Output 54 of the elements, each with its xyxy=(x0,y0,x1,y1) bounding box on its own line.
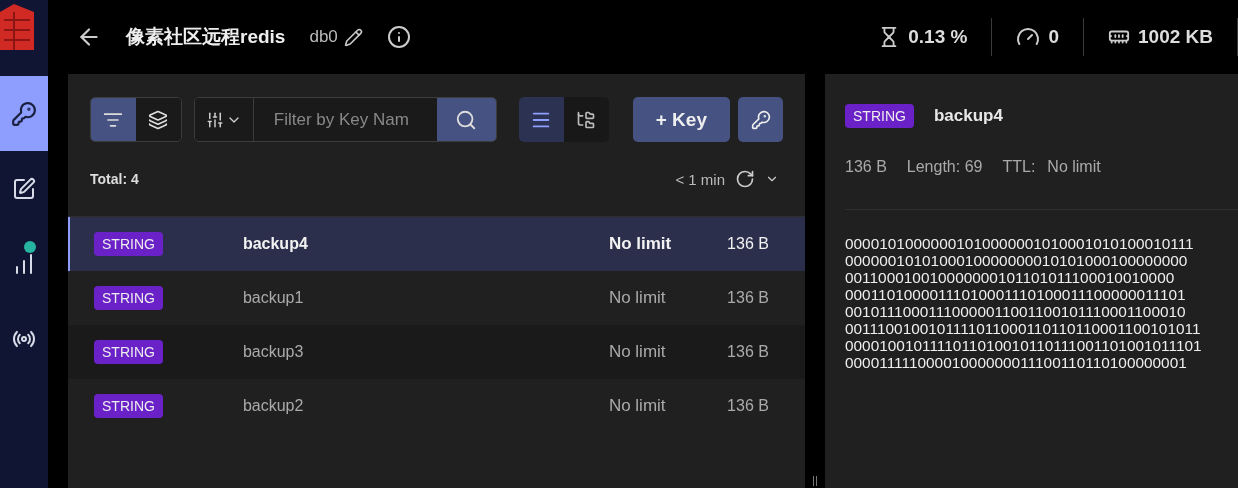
key-name: backup4 xyxy=(933,106,1003,126)
sidebar-item[interactable] xyxy=(0,76,48,151)
key-icon xyxy=(750,109,771,130)
layers-icon xyxy=(148,109,169,130)
key-size: 136 B xyxy=(726,289,769,307)
ttl-label: TTL: xyxy=(1002,158,1036,176)
resize-handle[interactable] xyxy=(813,476,817,486)
key-ttl: No limit xyxy=(608,288,667,308)
database-title: 像素社区远程redis xyxy=(126,25,286,49)
type-tag: STRING xyxy=(94,286,163,310)
type-tag: STRING xyxy=(94,394,163,418)
value-text-line: 0011100100101111011000110110110001100101011 xyxy=(845,320,1202,337)
key-row[interactable]: STRING backup4 No limit 136 B xyxy=(68,217,805,271)
view-mode-button[interactable] xyxy=(563,97,609,142)
edit-button[interactable] xyxy=(343,27,363,47)
type-tag: STRING xyxy=(94,340,163,364)
key-size: 136 B xyxy=(726,343,769,361)
value-text-line: 00011010000111010001110100011100000011101 xyxy=(845,286,1187,303)
view-mode-button[interactable] xyxy=(519,97,564,142)
key-size: 136 B xyxy=(726,235,769,253)
key-icon xyxy=(11,100,37,127)
stat-value: 1002 KB xyxy=(1138,26,1213,48)
key-name: backup3 xyxy=(242,343,305,361)
key-name: backup1 xyxy=(242,289,305,307)
value-text-line: 00001010000001010000001010001010100010111 xyxy=(845,235,1195,252)
value-text-line: 00101110001110000011001100101110001100010 xyxy=(845,303,1187,320)
database-index: db0 xyxy=(309,27,338,47)
type-tag: STRING xyxy=(845,104,914,128)
key-row[interactable]: STRING backup3 No limit 136 B xyxy=(68,325,805,379)
info-button[interactable] xyxy=(386,25,411,49)
value-text-line: 0000001010100010000000010101000100000000 xyxy=(845,252,1189,269)
last-refresh-time: < 1 min xyxy=(675,170,725,188)
add-key-button[interactable]: + Key xyxy=(632,97,731,142)
folder-tree-icon xyxy=(576,109,597,130)
key-ttl: No limit xyxy=(608,342,667,362)
value-text-line: 0000100101111011010010110111001101001011101 xyxy=(845,337,1203,354)
type-tag: STRING xyxy=(94,232,163,256)
key-size: 136 B xyxy=(726,397,769,415)
ttl-value: No limit xyxy=(1047,158,1101,176)
key-ttl: No limit xyxy=(608,234,673,254)
key-size: 136 B xyxy=(845,158,887,176)
refresh-button[interactable] xyxy=(735,169,755,189)
stat-value: 0 xyxy=(1048,26,1059,48)
edit-icon xyxy=(12,176,36,201)
stat-value: 0.13 % xyxy=(908,26,968,48)
key-name: backup2 xyxy=(242,397,305,415)
value-text-line: 001100010010000000101101011100010010000 xyxy=(845,269,1176,286)
search-mode-button[interactable] xyxy=(135,98,181,141)
key-tools-button[interactable] xyxy=(738,97,783,142)
value-text-line: 00001111100001000000011100110110100000001 xyxy=(845,354,1188,371)
key-ttl: No limit xyxy=(608,396,667,416)
key-name: backup4 xyxy=(242,235,309,253)
value-length: Length: 69 xyxy=(906,158,983,176)
total-count: Total: 4 xyxy=(90,171,139,187)
